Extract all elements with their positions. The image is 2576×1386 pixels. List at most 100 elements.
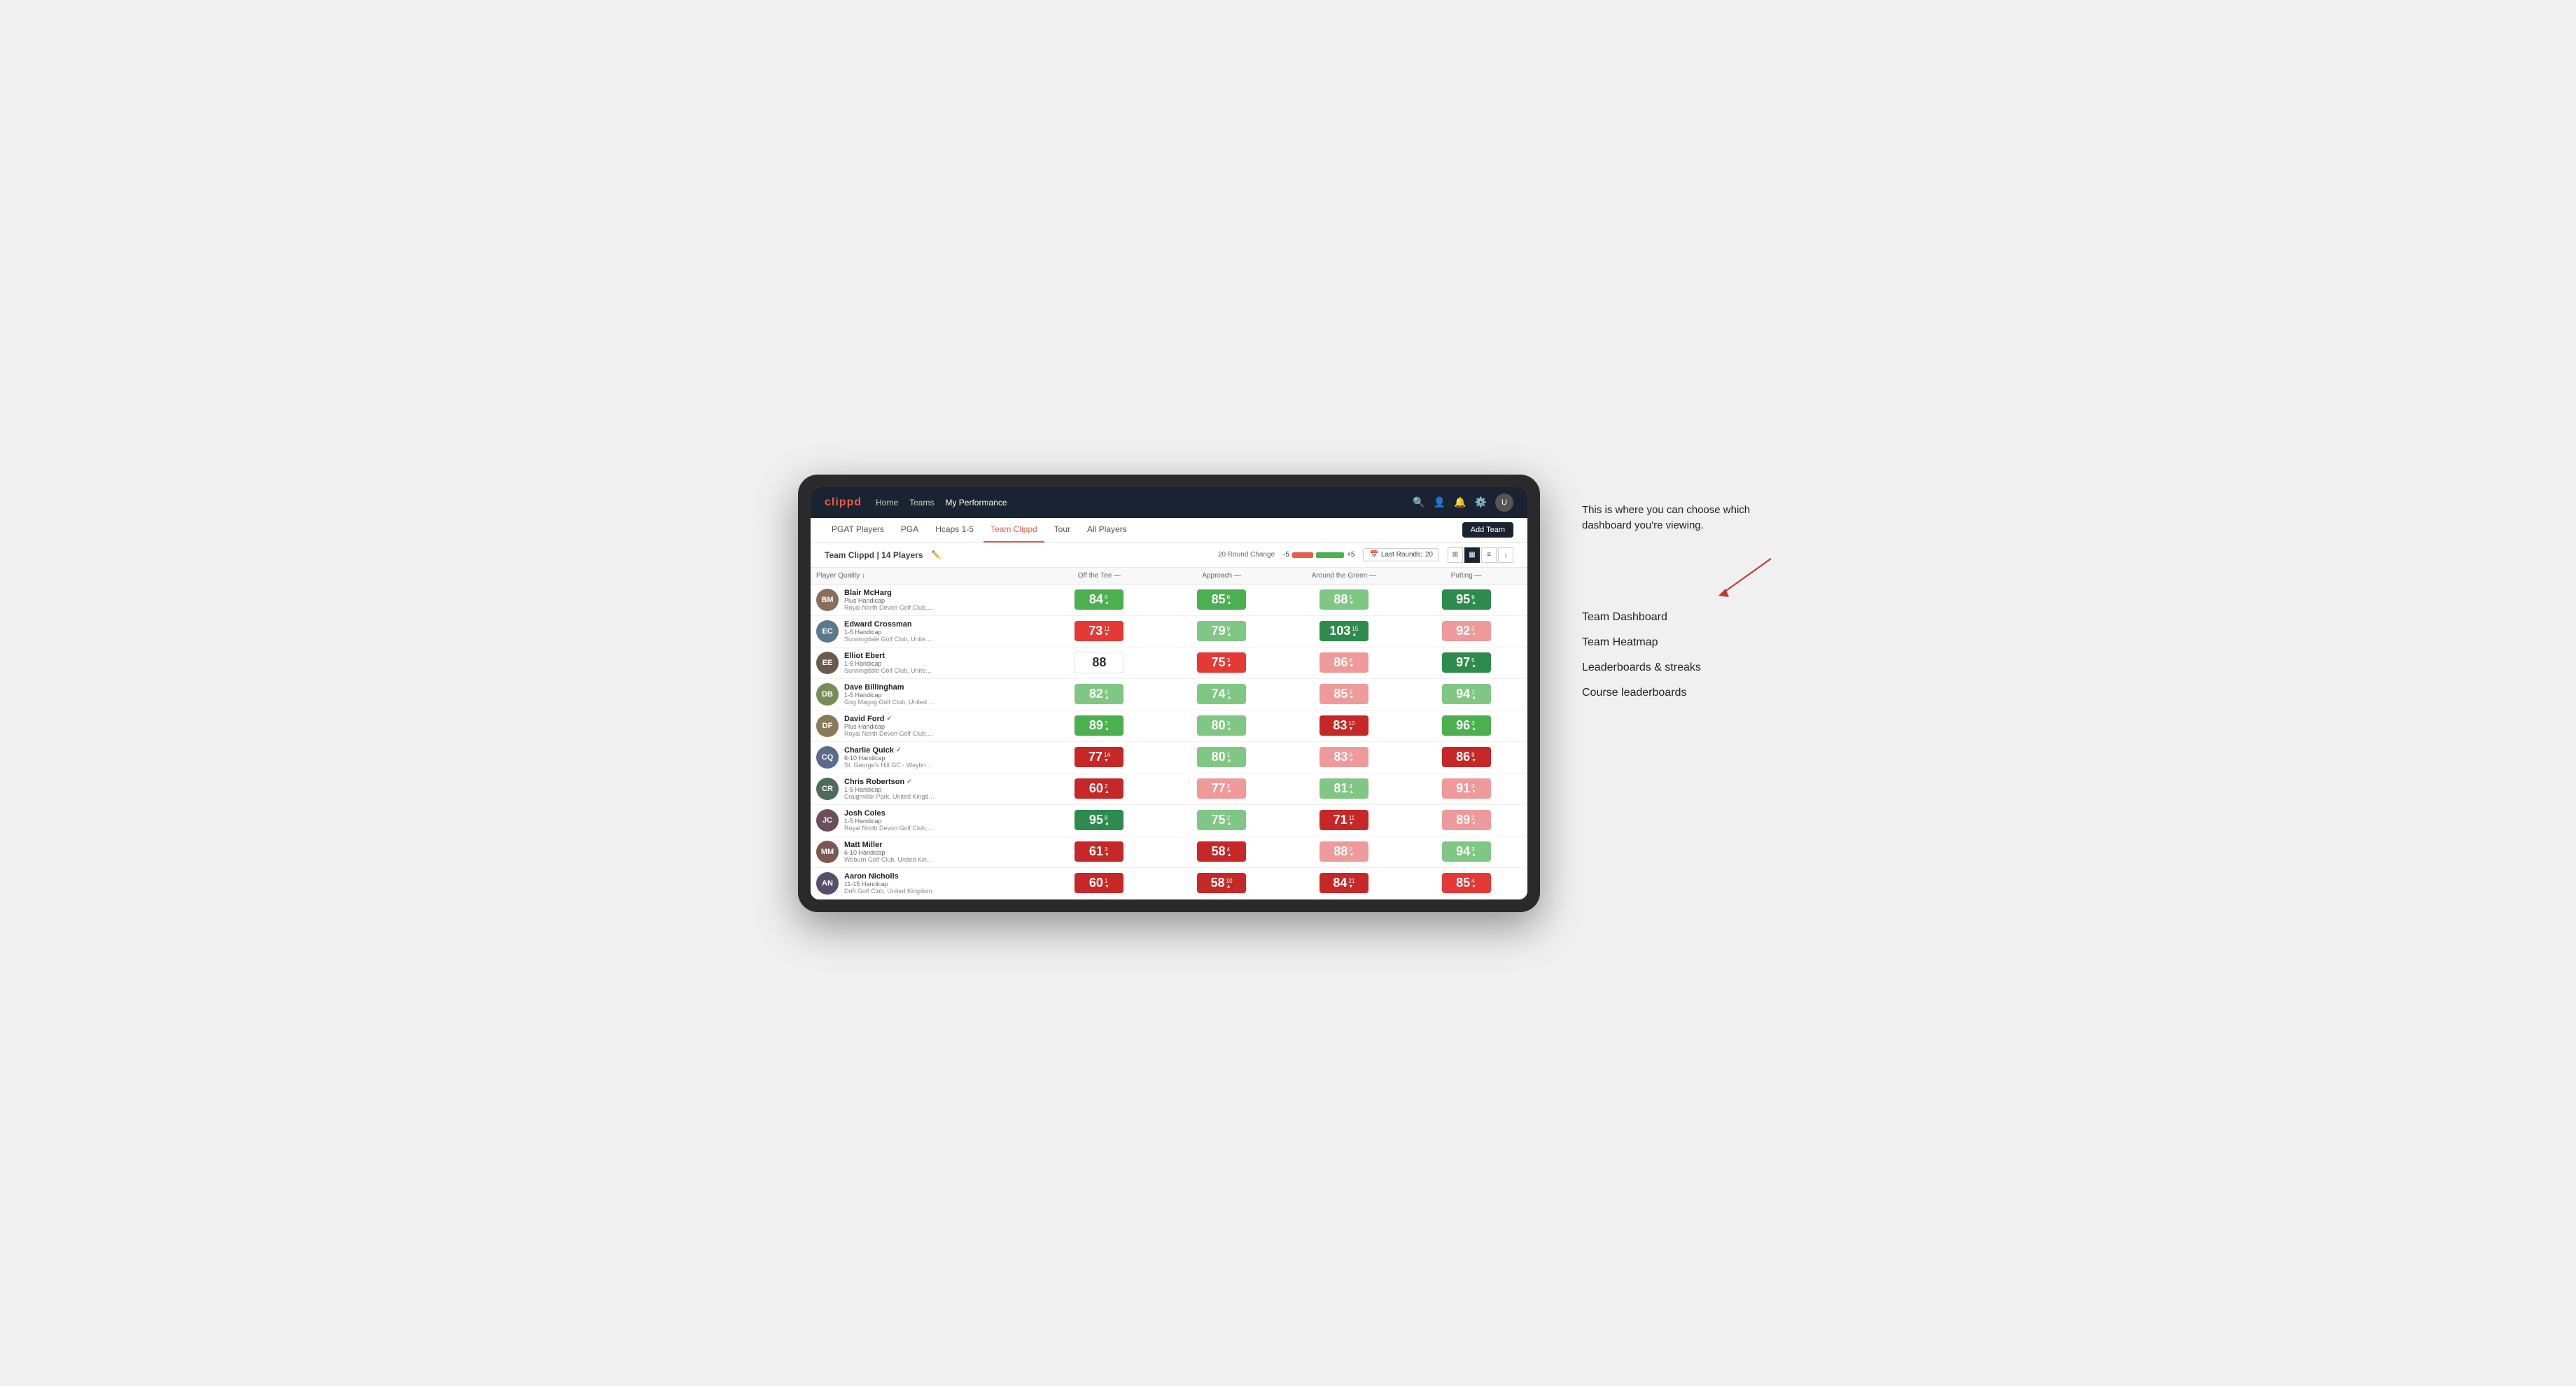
score-tee: 60 1▼: [1038, 867, 1161, 899]
player-cell[interactable]: EE Elliot Ebert 1-5 Handicap Sunningdale…: [811, 648, 1038, 678]
player-handicap: 1-5 Handicap: [844, 786, 935, 793]
header-around[interactable]: Around the Green —: [1282, 568, 1405, 584]
tab-teamclippd[interactable]: Team Clippd: [983, 517, 1044, 542]
trend: 3▼: [1105, 846, 1110, 858]
score-approach: 80 1▲: [1161, 741, 1283, 773]
trend: 6▼: [1349, 657, 1354, 668]
player-cell[interactable]: CR Chris Robertson✓ 1-5 Handicap Craigmi…: [811, 774, 1038, 804]
score-tee: 88: [1038, 647, 1161, 678]
player-cell[interactable]: EC Edward Crossman 1-5 Handicap Sunningd…: [811, 616, 1038, 647]
trend: 9▲: [1227, 626, 1232, 637]
score-approach: 79 9▲: [1161, 615, 1283, 647]
trend: 3▼: [1227, 783, 1232, 794]
player-handicap: 6-10 Handicap: [844, 849, 935, 856]
tab-allplayers[interactable]: All Players: [1080, 517, 1134, 542]
score-putting: 89 2▼: [1405, 804, 1527, 836]
verified-icon: ✓: [896, 746, 902, 754]
player-cell[interactable]: CQ Charlie Quick✓ 6-10 Handicap St. Geor…: [811, 742, 1038, 773]
player-cell[interactable]: DB Dave Billingham 1-5 Handicap Gog Mago…: [811, 679, 1038, 710]
score-value: 75: [1212, 813, 1226, 827]
tab-pgat[interactable]: PGAT Players: [825, 517, 891, 542]
player-avatar: DB: [816, 683, 839, 706]
edit-icon[interactable]: ✏️: [932, 550, 941, 559]
header-putting[interactable]: Putting —: [1405, 568, 1527, 584]
tab-tour[interactable]: Tour: [1047, 517, 1077, 542]
player-club: Royal North Devon Golf Club, United King…: [844, 604, 935, 611]
score-value: 73: [1088, 624, 1102, 638]
score-box: 96 3▲: [1442, 715, 1491, 736]
table-row: JC Josh Coles 1-5 Handicap Royal North D…: [811, 804, 1527, 836]
tablet-frame: clippd Home Teams My Performance 🔍 👤 🔔 ⚙…: [798, 475, 1540, 912]
header-tee[interactable]: Off the Tee —: [1038, 568, 1161, 584]
score-around: 103 15▲: [1282, 615, 1405, 647]
person-icon[interactable]: 👤: [1434, 496, 1446, 508]
nav-bar: clippd Home Teams My Performance 🔍 👤 🔔 ⚙…: [811, 487, 1527, 518]
avatar[interactable]: U: [1495, 493, 1513, 512]
score-approach: 58 4▲: [1161, 836, 1283, 867]
header-approach[interactable]: Approach —: [1161, 568, 1283, 584]
table-row: BM Blair McHarg Plus Handicap Royal Nort…: [811, 584, 1527, 615]
score-tee: 95 8▲: [1038, 804, 1161, 836]
player-cell[interactable]: MM Matt Miller 6-10 Handicap Woburn Golf…: [811, 836, 1038, 867]
player-handicap: 1-5 Handicap: [844, 629, 935, 636]
score-value: 89: [1456, 813, 1470, 827]
tab-pga[interactable]: PGA: [894, 517, 925, 542]
player-cell[interactable]: JC Josh Coles 1-5 Handicap Royal North D…: [811, 805, 1038, 836]
trend: 11▼: [1104, 626, 1110, 637]
score-approach: 75 3▼: [1161, 647, 1283, 678]
team-name: Team Clippd | 14 Players: [825, 550, 923, 560]
player-cell[interactable]: DF David Ford✓ Plus Handicap Royal North…: [811, 710, 1038, 741]
score-value: 83: [1333, 718, 1347, 733]
nav-link-myperformance[interactable]: My Performance: [945, 495, 1007, 510]
bell-icon[interactable]: 🔔: [1454, 496, 1466, 508]
trend: 1▲: [1471, 689, 1476, 700]
score-box: 103 15▲: [1320, 621, 1368, 641]
table-row: MM Matt Miller 6-10 Handicap Woburn Golf…: [811, 836, 1527, 867]
player-info: Elliot Ebert 1-5 Handicap Sunningdale Go…: [844, 652, 935, 674]
player-cell[interactable]: BM Blair McHarg Plus Handicap Royal Nort…: [811, 584, 1038, 615]
trend: 3▲: [1471, 720, 1476, 732]
score-box: 94 3▲: [1442, 841, 1491, 862]
trend: 1▼: [1349, 594, 1354, 606]
score-tee: 60 2▲: [1038, 773, 1161, 804]
nav-link-teams[interactable]: Teams: [909, 495, 934, 510]
player-avatar: MM: [816, 841, 839, 863]
score-box: 89 2▼: [1442, 810, 1491, 830]
score-value: 84: [1089, 592, 1103, 607]
trend: 3▼: [1471, 626, 1476, 637]
view-export-button[interactable]: ↓: [1498, 547, 1513, 563]
tab-hcaps[interactable]: Hcaps 1-5: [928, 517, 981, 542]
score-tee: 82 4▲: [1038, 678, 1161, 710]
player-info: Dave Billingham 1-5 Handicap Gog Magog G…: [844, 683, 935, 706]
score-value: 85: [1456, 876, 1470, 890]
player-avatar: CR: [816, 778, 839, 800]
player-cell[interactable]: AN Aaron Nicholls 11-15 Handicap Drift G…: [811, 868, 1038, 899]
search-icon[interactable]: 🔍: [1413, 496, 1424, 508]
trend: 8▲: [1105, 815, 1110, 826]
player-info: Josh Coles 1-5 Handicap Royal North Devo…: [844, 809, 935, 832]
trend: 2▼: [1349, 846, 1354, 858]
trend: 1▲: [1227, 752, 1232, 763]
view-grid-button[interactable]: ⊞: [1448, 547, 1463, 563]
nav-link-home[interactable]: Home: [876, 495, 898, 510]
player-avatar: EC: [816, 620, 839, 643]
header-player[interactable]: Player Quality ↓: [811, 568, 1038, 584]
score-value: 94: [1456, 687, 1470, 701]
annotation-arrow: [1582, 555, 1778, 597]
round-change-label: 20 Round Change: [1218, 551, 1275, 559]
score-box: 58 4▲: [1197, 841, 1246, 862]
player-name: David Ford✓: [844, 715, 935, 723]
player-club: Woburn Golf Club, United Kingdom: [844, 856, 935, 863]
last-rounds-button[interactable]: 📅 Last Rounds: 20: [1363, 548, 1439, 561]
score-box: 85 3▼: [1320, 684, 1368, 704]
score-value: 86: [1334, 655, 1348, 670]
settings-icon[interactable]: ⚙️: [1475, 496, 1487, 508]
add-team-button[interactable]: Add Team: [1462, 522, 1513, 538]
score-value: 60: [1089, 781, 1103, 796]
view-heatmap-button[interactable]: ▦: [1464, 547, 1480, 563]
view-list-button[interactable]: ≡: [1481, 547, 1497, 563]
score-approach: 58 10▲: [1161, 867, 1283, 899]
player-name: Josh Coles: [844, 809, 935, 818]
score-value: 79: [1212, 624, 1226, 638]
verified-icon: ✓: [906, 778, 912, 785]
